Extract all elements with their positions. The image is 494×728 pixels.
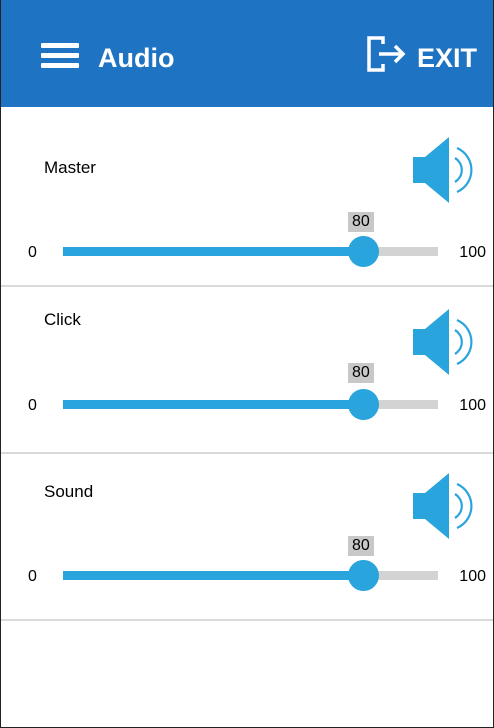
volume-slider-track[interactable] [63, 236, 438, 267]
speaker-volume-icon[interactable] [411, 307, 481, 377]
slider-fill [63, 571, 363, 580]
menu-button[interactable] [41, 43, 81, 75]
slider-min-label: 0 [28, 397, 37, 414]
slider-fill [63, 400, 363, 409]
menu-icon-bar [41, 63, 79, 68]
speaker-volume-icon[interactable] [411, 135, 481, 205]
slider-min-label: 0 [28, 568, 37, 585]
volume-slider-track[interactable] [63, 560, 438, 591]
speaker-volume-icon[interactable] [411, 471, 481, 541]
page-title: Audio [98, 43, 175, 73]
volume-label: Master [44, 158, 96, 177]
slider-thumb[interactable] [348, 560, 379, 591]
menu-icon-bar [41, 53, 79, 58]
slider-fill [63, 247, 363, 256]
slider-thumb[interactable] [348, 236, 379, 267]
slider-max-label: 100 [459, 397, 486, 414]
volume-slider-track[interactable] [63, 389, 438, 420]
volume-label: Click [44, 310, 81, 329]
slider-max-label: 100 [459, 244, 486, 261]
slider-value: 80 [348, 363, 374, 383]
slider-thumb[interactable] [348, 389, 379, 420]
volume-row-master: Master 80 0 100 [1, 120, 493, 287]
slider-value: 80 [348, 212, 374, 232]
slider-max-label: 100 [459, 568, 486, 585]
slider-value: 80 [348, 536, 374, 556]
volume-label: Sound [44, 482, 94, 501]
exit-label: EXIT [416, 42, 477, 73]
app-header: Audio EXIT [1, 0, 493, 107]
slider-min-label: 0 [28, 244, 37, 261]
volume-row-sound: Sound 80 0 100 [1, 454, 493, 621]
volume-row-click: Click 80 0 100 [1, 287, 493, 454]
logout-icon [367, 36, 406, 72]
exit-button[interactable]: EXIT [367, 34, 477, 74]
menu-icon-bar [41, 43, 79, 48]
